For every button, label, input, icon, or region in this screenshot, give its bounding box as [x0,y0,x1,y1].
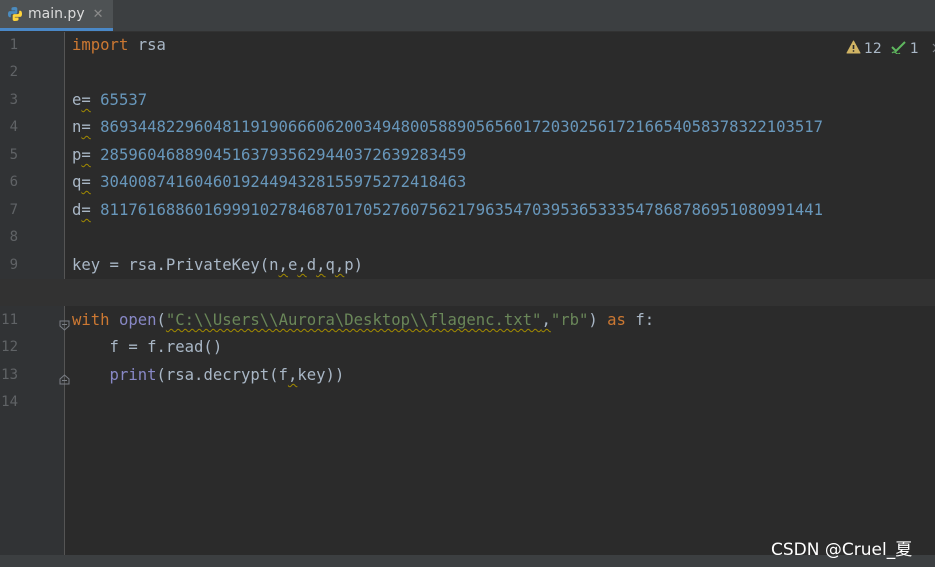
comma-warning: , [297,256,307,274]
line-number: 3 [9,92,18,108]
builtin-function: open [109,311,157,329]
typo-count: 1 [909,41,919,57]
code-line-3: e= 65537 [72,87,147,114]
python-file-icon [7,6,23,22]
identifier: e [72,91,82,109]
operator-warning: = [81,91,91,109]
line-number: 6 [9,174,18,190]
code-line-13: print(rsa.decrypt(f,key)) [72,362,345,389]
code-text: p) [344,256,364,274]
line-number: 8 [9,229,18,245]
identifier: n [72,118,82,136]
close-icon[interactable]: ✕ [93,7,104,22]
code-text: d [306,256,317,274]
code-text: f: [625,311,655,329]
typo-check-icon [891,40,907,58]
line-number: 12 [1,339,18,355]
code-text: q [325,256,335,274]
keyword: with [72,311,110,329]
string-literal: "rb" [550,311,589,329]
string-literal: "C:\\Users\\Aurora\Desktop\\flagenc.txt" [165,311,542,329]
keyword: import [72,36,129,54]
tab-filename: main.py [28,6,85,22]
operator-warning: = [81,118,91,136]
code-line-4: n= 8693448229604811919066606200349480058… [72,114,823,141]
watermark: CSDN @Cruel_夏 [771,540,913,560]
line-number: 2 [9,64,18,80]
identifier: rsa [128,36,166,54]
line-number: 9 [9,257,18,273]
comma-warning: , [541,311,551,329]
line-number: 14 [1,394,18,410]
code-line-6: q= 3040087416046019244943281559752724184… [72,169,466,196]
keyword: as [607,311,626,329]
warning-count: 12 [864,41,882,57]
identifier: d [72,201,82,219]
operator-warning: = [81,201,91,219]
code-text: key = rsa.PrivateKey(n [72,256,279,274]
comma-warning: , [316,256,326,274]
code-line-5: p= 2859604688904516379356294403726392834… [72,142,466,169]
operator-warning: = [81,146,91,164]
code-text: (rsa.decrypt(f [156,366,288,384]
tab-main-py[interactable]: main.py ✕ [0,0,113,31]
chevron-icon[interactable] [931,41,935,57]
line-number: 1 [9,37,18,53]
code-line-7: d= 8117616886016999102784687017052760756… [72,197,823,224]
number-literal: 8693448229604811919066606200349480058890… [90,118,824,136]
identifier: p [72,146,82,164]
current-line-highlight [0,279,935,306]
fold-collapse-icon[interactable] [59,316,70,331]
editor-tab-bar: main.py ✕ [0,0,935,32]
number-literal: 65537 [90,91,148,109]
line-number: 11 [1,312,18,328]
comma-warning: , [287,366,298,384]
code-line-9: key = rsa.PrivateKey(n,e,d,q,p) [72,252,363,279]
code-line-12: f = f.read() [72,334,223,361]
line-number: 13 [1,367,18,383]
code-text: e [287,256,298,274]
line-number: 4 [9,119,18,135]
code-line-1: import rsa [72,32,166,59]
comma-warning: , [278,256,288,274]
operator-warning: = [81,173,91,191]
fold-end-icon[interactable] [59,370,70,385]
number-literal: 304008741604601924494328155975272418463 [90,173,467,191]
comma-warning: , [334,256,345,274]
builtin-function: print [72,366,157,384]
warning-triangle-icon [846,40,861,58]
number-literal: 8117616886016999102784687017052760756217… [90,201,824,219]
inspection-widget[interactable]: 12 1 [846,40,935,58]
code-text: ( [156,311,166,329]
identifier: q [72,173,82,191]
code-text: f = f.read() [72,338,223,356]
code-text: key)) [297,366,345,384]
line-number: 7 [9,202,18,218]
code-text: ) [588,311,608,329]
code-line-11: with open("C:\\Users\\Aurora\Desktop\\fl… [72,307,654,334]
number-literal: 285960468890451637935629440372639283459 [90,146,467,164]
line-number: 5 [9,147,18,163]
